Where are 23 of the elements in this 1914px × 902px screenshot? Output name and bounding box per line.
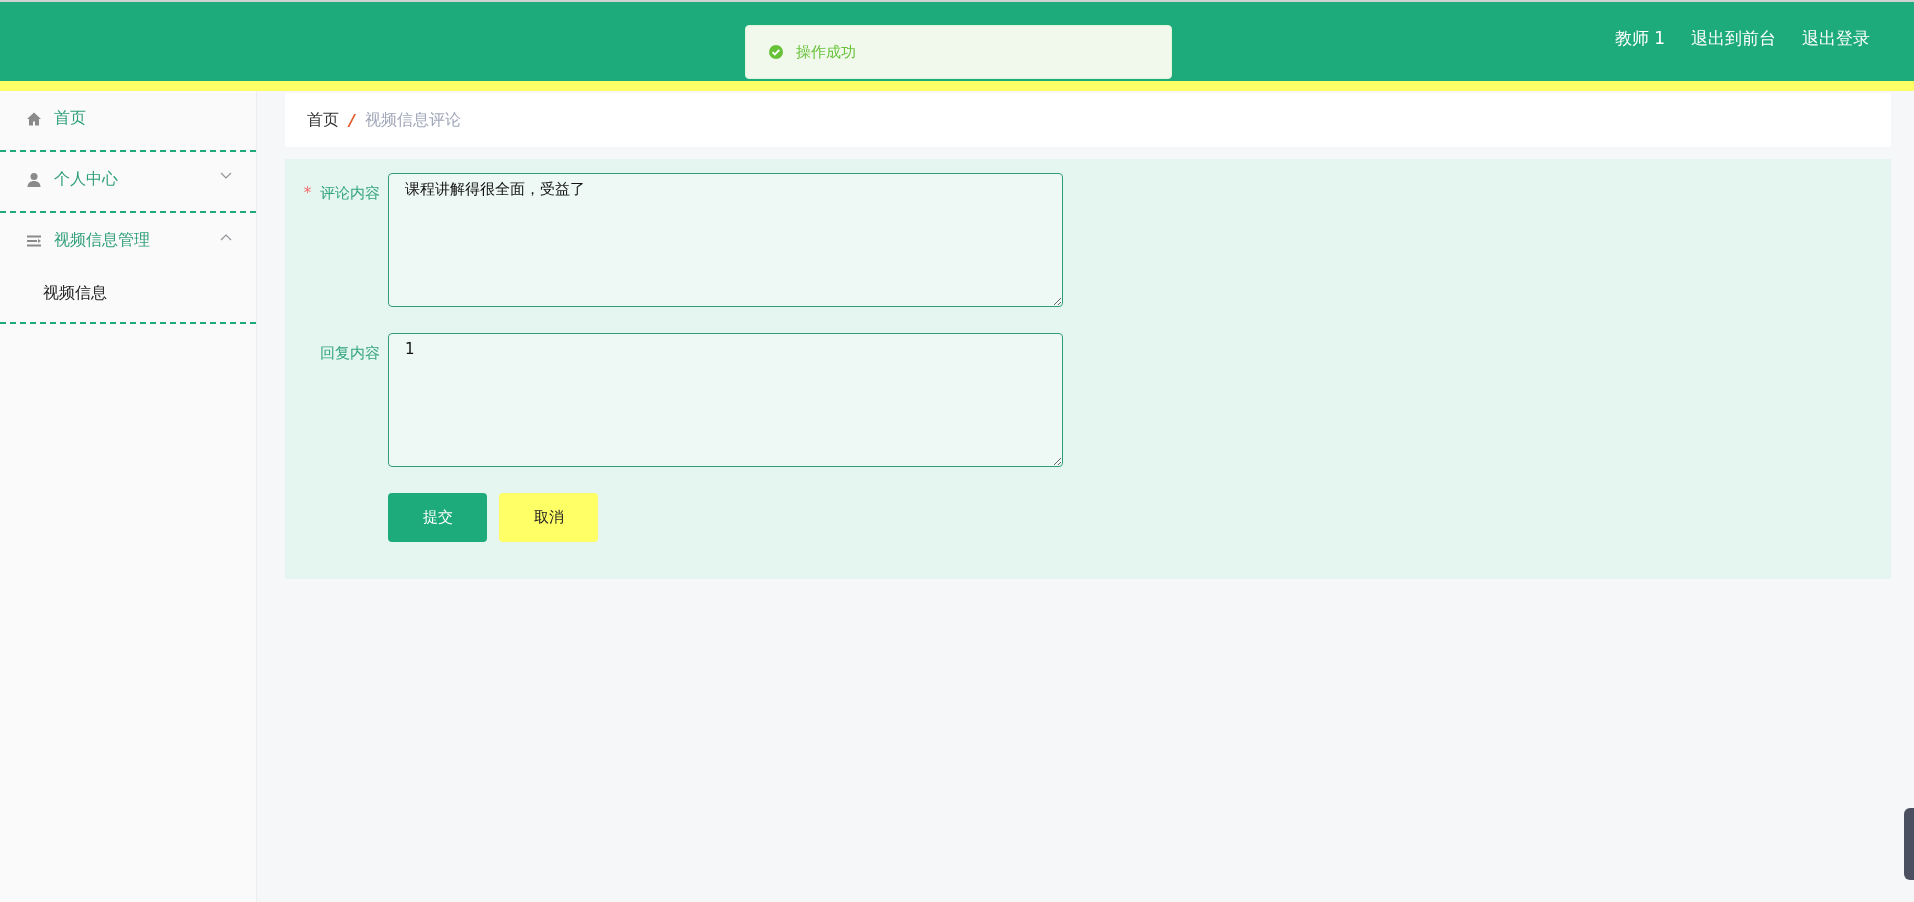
menu-label: 视频信息管理 <box>54 230 151 251</box>
submit-button[interactable]: 提交 <box>388 493 487 542</box>
home-icon <box>26 110 42 127</box>
field-label: 评论内容 <box>320 184 380 202</box>
cancel-button[interactable]: 取消 <box>499 493 598 542</box>
user-icon <box>26 171 42 188</box>
menu-item[interactable]: 个人中心 <box>0 148 256 211</box>
breadcrumb-item[interactable]: 首页 <box>307 109 339 131</box>
side-widget <box>1904 808 1914 880</box>
breadcrumb-item: 视频信息评论 <box>364 109 461 131</box>
textarea-field[interactable]: 课程讲解得很全面，受益了 <box>388 173 1063 307</box>
menu-label: 首页 <box>54 108 87 129</box>
menu-label: 个人中心 <box>54 169 119 190</box>
menu-item[interactable]: 首页 <box>0 87 256 150</box>
required-mark: * <box>303 184 312 202</box>
textarea-field[interactable]: 1 <box>388 333 1063 467</box>
breadcrumb-separator: / <box>349 110 355 130</box>
header-link[interactable]: 教师 1 <box>1614 27 1665 50</box>
header-link[interactable]: 退出到前台 <box>1691 27 1776 50</box>
toast-message: 操作成功 <box>796 42 856 62</box>
check-circle-icon <box>768 44 784 60</box>
field-label: 回复内容 <box>320 344 380 362</box>
header-link[interactable]: 退出登录 <box>1802 27 1870 50</box>
